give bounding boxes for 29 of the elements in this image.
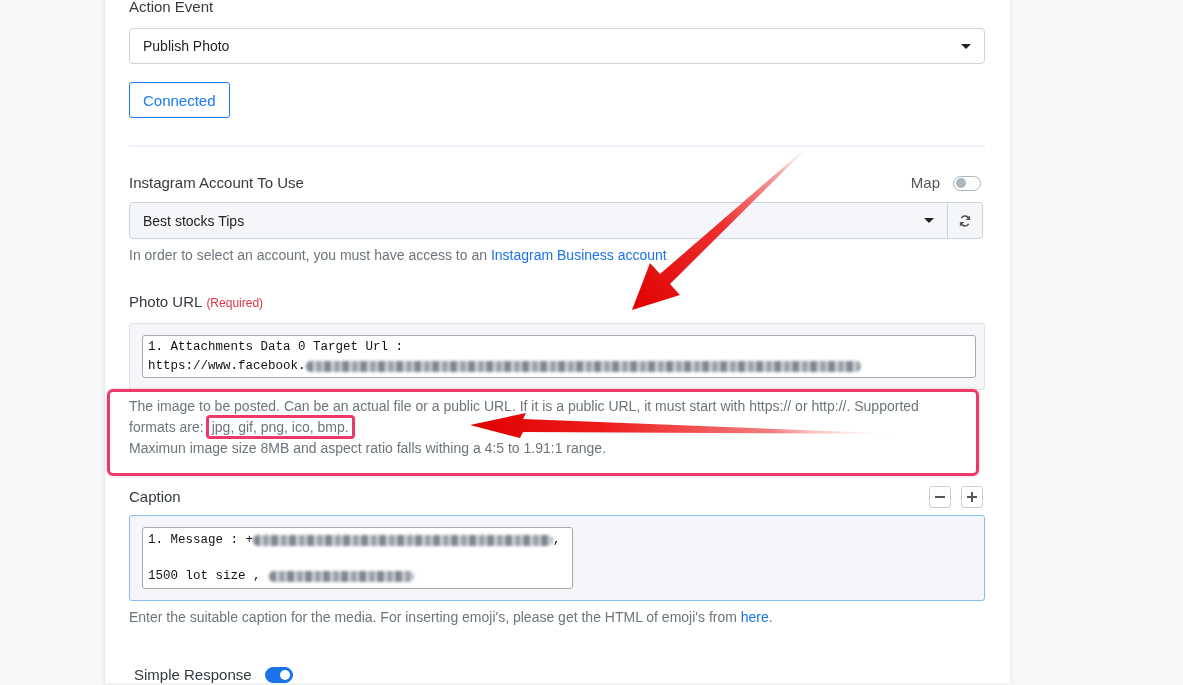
plus-icon — [967, 492, 977, 502]
minus-icon — [935, 496, 945, 498]
instagram-business-link[interactable]: Instagram Business account — [490, 247, 667, 263]
help-text: The image to be posted. Can be an actual file or a public URL. If it is a public URL, it must start with https:// or http://. Supported formats are: jpg, gif, png, ico, bmp. — [129, 396, 949, 438]
required-note: (Required) — [206, 296, 264, 310]
photo-url-field[interactable]: 1. Attachments Data 0 Target Url : https://www.facebook. — [142, 335, 976, 378]
field-label: Action Event — [129, 0, 215, 16]
connected-button[interactable]: Connected — [129, 82, 230, 118]
caret-down-icon — [961, 43, 971, 49]
help-text: Enter the suitable caption for the media. For inserting emoji's, please get the HTML of emoji's from here. — [129, 608, 774, 627]
here-link[interactable]: here — [740, 609, 769, 625]
field-label: Caption — [129, 488, 181, 506]
map-label: Map — [910, 174, 940, 192]
refresh-icon — [959, 214, 971, 227]
field-label: Instagram Account To Use — [129, 174, 304, 192]
help-text: In order to select an account, you must have access to an Instagram Business account — [129, 246, 668, 265]
field-label: Photo URL — [129, 293, 203, 311]
toggle-label: Simple Response — [134, 666, 252, 684]
refresh-button[interactable] — [948, 202, 983, 239]
help-text: Maximun image size 8MB and aspect ratio falls withing a 4:5 to 1.91:1 range. — [129, 439, 608, 458]
action-event-select[interactable]: Publish Photo — [129, 28, 985, 64]
account-select[interactable]: Best stocks Tips — [129, 202, 948, 239]
caption-field[interactable]: 1. Message : + , 1500 lot size , — [142, 527, 573, 589]
simple-response-toggle[interactable] — [264, 667, 293, 683]
remove-button[interactable] — [929, 486, 951, 508]
map-toggle[interactable] — [953, 175, 981, 191]
caret-down-icon — [924, 218, 934, 223]
add-button[interactable] — [961, 486, 983, 508]
highlight-box: jpg, gif, png, ico, bmp. — [205, 415, 355, 439]
